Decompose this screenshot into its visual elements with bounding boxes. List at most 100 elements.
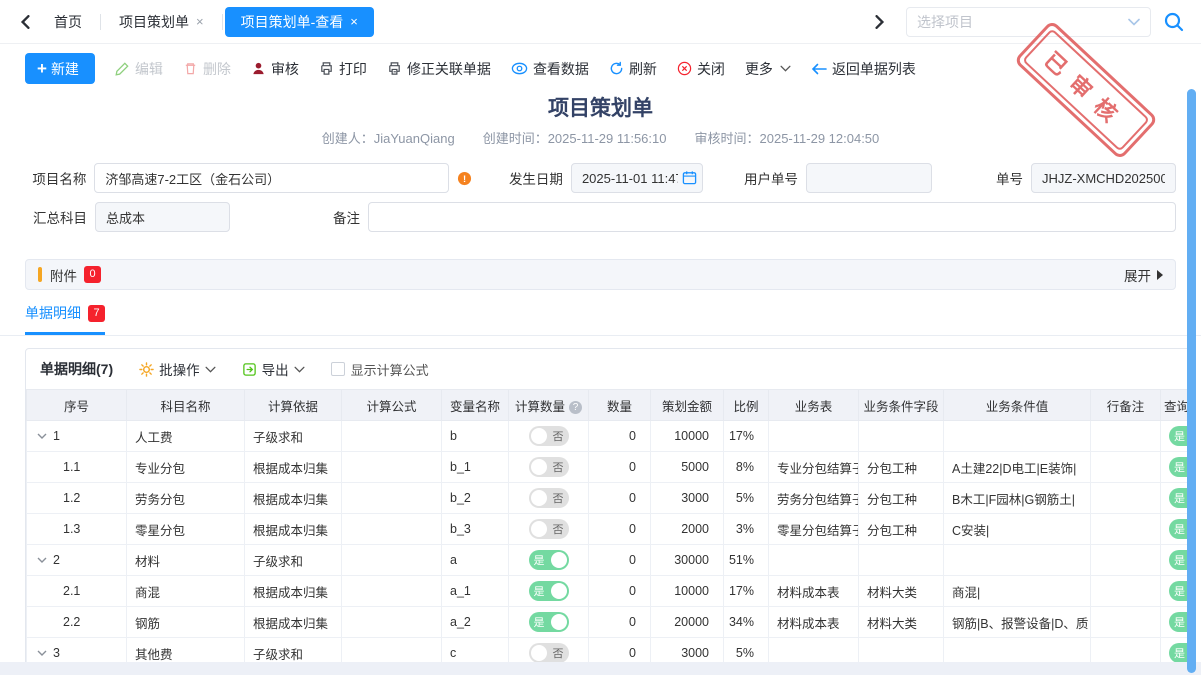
table-row: 2.2钢筋根据成本归集a_2是02000034%材料成本表材料大类钢筋|B、报警…: [27, 607, 1194, 638]
creator-meta: 创建人：JiaYuanQiang: [322, 128, 455, 147]
close-button[interactable]: 关闭: [677, 59, 725, 79]
summary-subject-field[interactable]: [95, 202, 230, 232]
audit-button[interactable]: 审核: [251, 59, 299, 79]
attachment-panel[interactable]: 附件 0 展开: [25, 259, 1176, 290]
tab-project-plan-list[interactable]: 项目策划单×: [103, 7, 220, 37]
column-header-1: 科目名称: [127, 390, 245, 421]
cell-biz_field: 分包工种: [859, 483, 944, 514]
cell-ratio: 17%: [724, 576, 769, 607]
doc-no-label: 单号: [932, 168, 1023, 188]
user-no-field[interactable]: [806, 163, 932, 193]
expand-caret-icon[interactable]: [37, 650, 47, 656]
cell-biz_field: 材料大类: [859, 576, 944, 607]
vertical-scrollbar-thumb[interactable]: [1187, 89, 1196, 673]
tab-project-plan-view[interactable]: 项目策划单-查看×: [225, 7, 374, 37]
cell-biz_table: 劳务分包结算子表: [769, 483, 859, 514]
column-header-3: 计算公式: [342, 390, 442, 421]
person-icon: [251, 61, 266, 76]
cell-row_remark: [1091, 514, 1161, 545]
cell-biz_value: 钢筋|B、报警设备|D、质: [944, 607, 1091, 638]
cell-basis: 子级求和: [245, 421, 342, 452]
more-button[interactable]: 更多: [745, 59, 791, 79]
cell-varname: a_1: [442, 576, 509, 607]
question-circle-icon[interactable]: ?: [569, 401, 582, 414]
expand-caret-icon[interactable]: [37, 433, 47, 439]
cell-qty: 0: [589, 514, 651, 545]
edit-button[interactable]: 编辑: [115, 59, 163, 79]
new-button[interactable]: +新建: [25, 53, 95, 84]
calendar-icon[interactable]: [682, 170, 697, 185]
cell-biz_value: B木工|F园林|G钢筋土|: [944, 483, 1091, 514]
calc-qty-toggle[interactable]: 否: [529, 643, 569, 663]
calc-qty-toggle[interactable]: 是: [529, 550, 569, 570]
nav-back-chevron-icon[interactable]: [12, 9, 38, 35]
cell-amount: 3000: [651, 483, 724, 514]
calc-qty-toggle[interactable]: 否: [529, 426, 569, 446]
cell-biz_value: C安装|: [944, 514, 1091, 545]
show-formula-checkbox[interactable]: 显示计算公式: [331, 360, 429, 379]
export-button[interactable]: 导出: [242, 359, 305, 379]
view-data-button[interactable]: 查看数据: [511, 59, 589, 79]
tab-divider: [100, 14, 101, 30]
remark-field[interactable]: [368, 202, 1176, 232]
cell-biz_value: 商混|: [944, 576, 1091, 607]
cell-biz_field: [859, 421, 944, 452]
cell-formula: [342, 514, 442, 545]
expand-button[interactable]: 展开: [1124, 265, 1163, 285]
search-icon[interactable]: [1163, 11, 1185, 33]
calc-qty-toggle[interactable]: 是: [529, 612, 569, 632]
info-icon[interactable]: !: [457, 171, 472, 186]
cell-varname: a: [442, 545, 509, 576]
cell-varname: a_2: [442, 607, 509, 638]
cell-calc: 否: [509, 514, 589, 545]
date-label: 发生日期: [472, 168, 563, 188]
tab-close-icon[interactable]: ×: [196, 14, 204, 29]
refresh-button[interactable]: 刷新: [609, 59, 657, 79]
cell-ratio: 3%: [724, 514, 769, 545]
cell-formula: [342, 545, 442, 576]
cell-biz_field: [859, 545, 944, 576]
back-to-list-button[interactable]: 返回单据列表: [811, 59, 916, 79]
calc-qty-toggle[interactable]: 是: [529, 581, 569, 601]
cell-varname: b_2: [442, 483, 509, 514]
tab-close-icon[interactable]: ×: [350, 14, 358, 29]
cell-calc: 否: [509, 421, 589, 452]
fix-related-button[interactable]: 修正关联单据: [387, 59, 491, 79]
cell-biz_table: 材料成本表: [769, 607, 859, 638]
project-select[interactable]: 选择项目: [906, 7, 1151, 37]
cell-qty: 0: [589, 607, 651, 638]
trash-icon: [183, 61, 198, 76]
batch-operate-button[interactable]: 批操作: [139, 359, 216, 379]
horizontal-scroll-track[interactable]: [0, 662, 1201, 675]
column-header-7: 策划金额: [651, 390, 724, 421]
cell-subject: 商混: [127, 576, 245, 607]
project-select-placeholder: 选择项目: [917, 12, 1128, 32]
cell-formula: [342, 483, 442, 514]
cell-subject: 材料: [127, 545, 245, 576]
print-button[interactable]: 打印: [319, 59, 367, 79]
project-name-label: 项目名称: [25, 168, 86, 188]
calc-qty-toggle[interactable]: 否: [529, 519, 569, 539]
cell-formula: [342, 421, 442, 452]
project-name-field[interactable]: [94, 163, 449, 193]
table-row: 1.1专业分包根据成本归集b_1否050008%专业分包结算子表分包工种A土建2…: [27, 452, 1194, 483]
cell-amount: 10000: [651, 421, 724, 452]
cell-biz_value: [944, 545, 1091, 576]
tab-home[interactable]: 首页: [38, 7, 98, 37]
cell-row_remark: [1091, 452, 1161, 483]
doc-no-field[interactable]: [1031, 163, 1176, 193]
calc-qty-toggle[interactable]: 否: [529, 488, 569, 508]
chevron-down-icon: [205, 366, 216, 373]
tab-detail[interactable]: 单据明细 7: [25, 303, 105, 335]
expand-caret-icon[interactable]: [37, 557, 47, 563]
table-row: 1人工费子级求和b否01000017%是: [27, 421, 1194, 452]
cell-row_remark: [1091, 607, 1161, 638]
calc-qty-toggle[interactable]: 否: [529, 457, 569, 477]
delete-button[interactable]: 删除: [183, 59, 231, 79]
arrow-left-icon: [811, 63, 827, 75]
detail-table-card: 单据明细(7) 批操作 导出 显示计算公式 序号科目名称计算依据计算公式变量名称…: [25, 348, 1193, 670]
remark-label: 备注: [230, 207, 360, 227]
nav-forward-chevron-icon[interactable]: [866, 9, 892, 35]
cell-seq: 2.1: [27, 576, 127, 607]
detail-count-badge: 7: [88, 305, 105, 322]
